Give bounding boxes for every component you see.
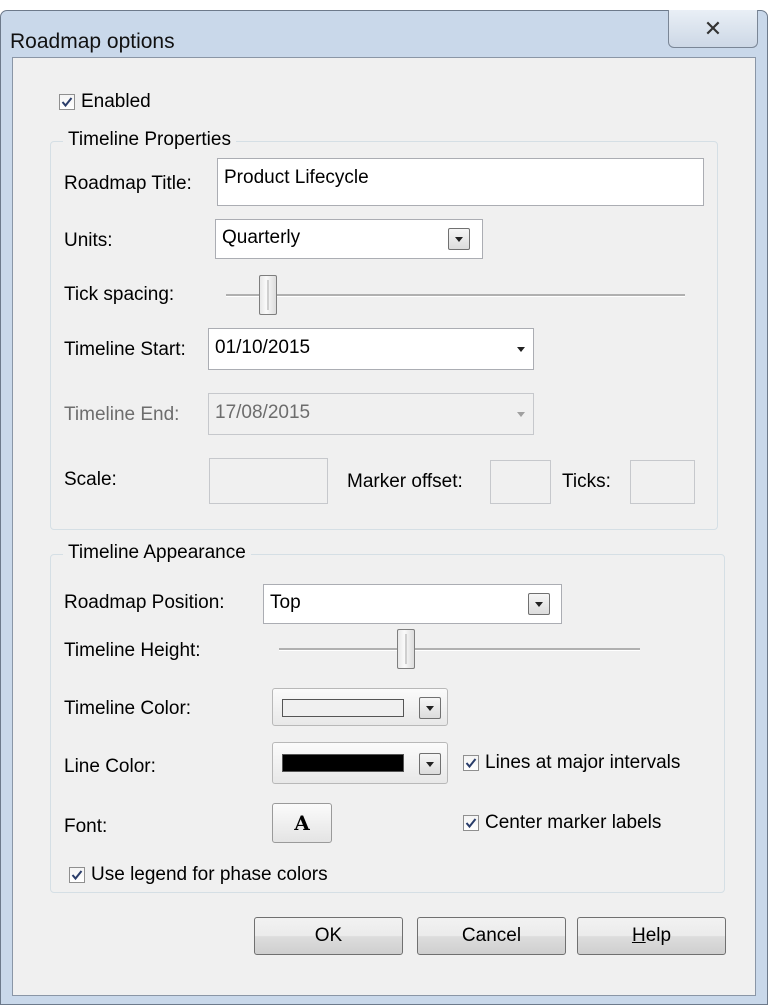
timeline-start-datepicker[interactable]: 01/10/2015 bbox=[208, 328, 534, 370]
timeline-height-track bbox=[279, 648, 640, 651]
ok-button[interactable]: OK bbox=[254, 917, 403, 955]
timeline-end-value: 17/08/2015 bbox=[215, 402, 311, 423]
check-icon bbox=[61, 97, 73, 108]
close-icon: ✕ bbox=[703, 15, 723, 41]
chevron-down-icon bbox=[426, 762, 434, 767]
roadmap-position-select[interactable]: Top bbox=[263, 584, 562, 624]
font-icon: A bbox=[294, 811, 310, 835]
timeline-height-slider-thumb[interactable] bbox=[397, 629, 415, 669]
ticks-field bbox=[630, 460, 695, 504]
line-color-picker[interactable] bbox=[272, 742, 448, 784]
tick-spacing-slider-thumb[interactable] bbox=[259, 275, 277, 315]
enabled-checkbox[interactable] bbox=[59, 94, 75, 110]
ticks-label: Ticks: bbox=[562, 471, 611, 492]
line-color-swatch bbox=[282, 754, 404, 772]
center-marker-labels-checkbox[interactable] bbox=[463, 815, 479, 831]
help-label-rest: elp bbox=[645, 925, 672, 946]
timeline-end-datepicker: 17/08/2015 bbox=[208, 393, 534, 435]
marker-offset-label: Marker offset: bbox=[347, 471, 463, 492]
roadmap-title-label: Roadmap Title: bbox=[64, 173, 192, 194]
line-color-dropdown-button[interactable] bbox=[419, 753, 441, 775]
chevron-down-icon bbox=[517, 412, 525, 417]
use-legend-checkbox[interactable] bbox=[69, 867, 85, 883]
timeline-start-value: 01/10/2015 bbox=[215, 337, 311, 358]
chevron-down-icon bbox=[535, 602, 543, 607]
units-label: Units: bbox=[64, 230, 113, 251]
scale-field bbox=[209, 458, 328, 504]
help-accelerator: H bbox=[631, 925, 646, 946]
roadmap-position-value: Top bbox=[270, 592, 301, 613]
dialog-title: Roadmap options bbox=[10, 30, 175, 53]
tick-spacing-label: Tick spacing: bbox=[64, 284, 175, 305]
roadmap-options-dialog: Roadmap options ✕ Enabled Timeline Prope… bbox=[0, 10, 768, 1005]
marker-offset-field bbox=[490, 460, 551, 504]
dialog-client-area: Enabled Timeline Properties Roadmap Titl… bbox=[12, 57, 756, 996]
timeline-color-picker[interactable] bbox=[272, 688, 448, 726]
roadmap-position-dropdown-button[interactable] bbox=[528, 593, 550, 615]
timeline-color-dropdown-button[interactable] bbox=[419, 697, 441, 719]
close-button[interactable]: ✕ bbox=[668, 10, 758, 48]
units-select[interactable]: Quarterly bbox=[215, 219, 483, 259]
use-legend-label: Use legend for phase colors bbox=[91, 864, 328, 885]
roadmap-position-label: Roadmap Position: bbox=[64, 592, 225, 613]
lines-major-intervals-label: Lines at major intervals bbox=[485, 752, 681, 773]
check-icon bbox=[465, 758, 477, 769]
chevron-down-icon bbox=[426, 706, 434, 711]
units-value: Quarterly bbox=[222, 227, 301, 248]
timeline-color-label: Timeline Color: bbox=[64, 698, 192, 719]
check-icon bbox=[71, 870, 83, 881]
timeline-end-label: Timeline End: bbox=[64, 404, 180, 425]
font-button[interactable]: A bbox=[272, 803, 332, 843]
chevron-down-icon bbox=[455, 237, 463, 242]
scale-label: Scale: bbox=[64, 469, 117, 490]
help-button[interactable]: Help bbox=[577, 917, 726, 955]
chevron-down-icon[interactable] bbox=[517, 347, 525, 352]
roadmap-title-input[interactable]: Product Lifecycle bbox=[217, 158, 704, 206]
timeline-appearance-legend: Timeline Appearance bbox=[63, 542, 251, 564]
font-label: Font: bbox=[64, 816, 108, 837]
center-marker-labels-label: Center marker labels bbox=[485, 812, 662, 833]
lines-major-intervals-checkbox[interactable] bbox=[463, 755, 479, 771]
tick-spacing-track bbox=[226, 294, 685, 297]
timeline-color-swatch bbox=[282, 699, 404, 717]
cancel-button[interactable]: Cancel bbox=[417, 917, 566, 955]
enabled-label: Enabled bbox=[81, 91, 151, 112]
timeline-start-label: Timeline Start: bbox=[64, 339, 186, 360]
units-dropdown-button[interactable] bbox=[448, 228, 470, 250]
timeline-properties-legend: Timeline Properties bbox=[63, 129, 236, 151]
check-icon bbox=[465, 818, 477, 829]
timeline-height-label: Timeline Height: bbox=[64, 640, 201, 661]
line-color-label: Line Color: bbox=[64, 756, 156, 777]
